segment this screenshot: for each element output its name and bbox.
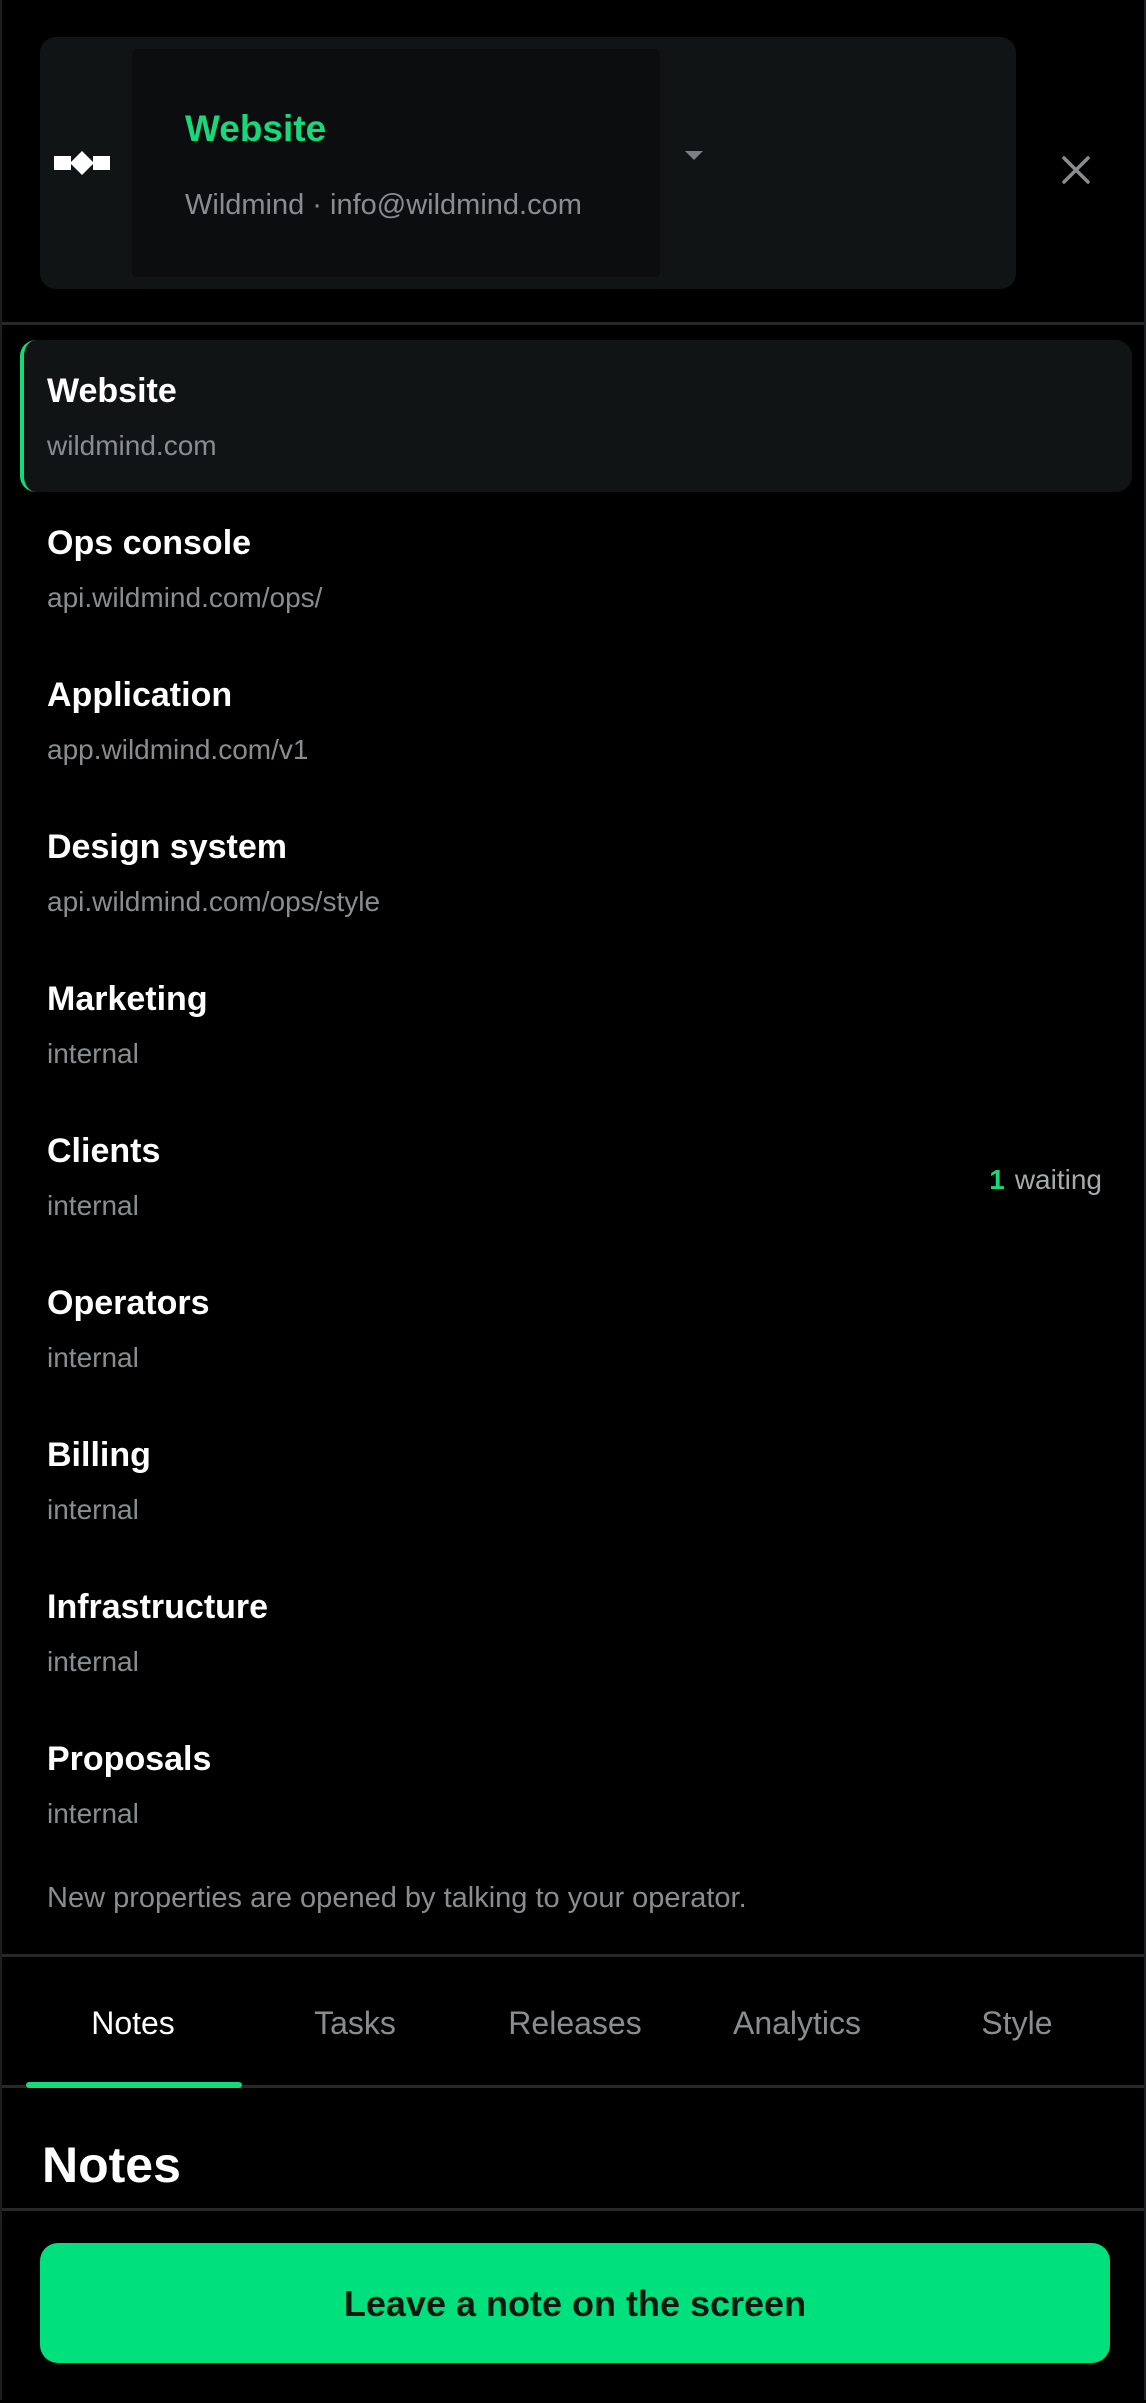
property-item-clients[interactable]: Clients internal 1 waiting (2, 1100, 1144, 1252)
wildmind-logo-icon (54, 143, 110, 183)
tab-tasks[interactable]: Tasks (246, 1957, 464, 2085)
property-item-subtitle: internal (47, 1798, 139, 1829)
property-item-title: Proposals (47, 1740, 212, 1778)
tab-label: Style (981, 2005, 1053, 2041)
property-item-title: Design system (47, 828, 287, 866)
property-item-proposals[interactable]: Proposals internal (2, 1708, 1144, 1860)
current-property-account: Wildmind · info@wildmind.com (185, 189, 582, 221)
new-property-note: New properties are opened by talking to … (47, 1882, 747, 1914)
property-item-subtitle: internal (47, 1038, 139, 1069)
tab-notes[interactable]: Notes (24, 1957, 242, 2085)
property-item-ops-console[interactable]: Ops console api.wildmind.com/ops/ (2, 492, 1144, 644)
section-title: Notes (42, 2137, 181, 2193)
caret-down-icon[interactable] (685, 151, 703, 160)
property-item-subtitle: internal (47, 1646, 139, 1677)
property-item-title: Operators (47, 1284, 210, 1322)
tab-style[interactable]: Style (908, 1957, 1126, 2085)
property-list: Website wildmind.com Ops console api.wil… (2, 340, 1144, 1860)
property-item-title: Ops console (47, 524, 252, 562)
tab-label: Releases (508, 2005, 642, 2041)
property-item-subtitle: internal (47, 1342, 139, 1373)
property-item-subtitle: internal (47, 1494, 139, 1525)
property-item-operators[interactable]: Operators internal (2, 1252, 1144, 1404)
property-item-subtitle: api.wildmind.com/ops/ (47, 582, 323, 613)
property-item-subtitle: api.wildmind.com/ops/style (47, 886, 381, 917)
property-item-title: Billing (47, 1436, 151, 1474)
property-item-website[interactable]: Website wildmind.com (20, 340, 1132, 492)
property-item-subtitle: wildmind.com (47, 430, 217, 461)
tab-analytics[interactable]: Analytics (688, 1957, 906, 2085)
panel-frame: Website Wildmind · info@wildmind.com Web… (0, 0, 1146, 2403)
tab-label: Tasks (314, 2005, 396, 2041)
tab-bar: Notes Tasks Releases Analytics Style (2, 1954, 1144, 2088)
waiting-count: 1 (989, 1164, 1005, 1195)
property-switcher[interactable]: Website Wildmind · info@wildmind.com (40, 37, 1016, 289)
property-item-title: Clients (47, 1132, 161, 1170)
property-selector[interactable]: Website Wildmind · info@wildmind.com (132, 49, 660, 277)
property-item-billing[interactable]: Billing internal (2, 1404, 1144, 1556)
waiting-badge: 1 waiting (989, 1164, 1102, 1196)
tab-label: Analytics (732, 2005, 862, 2041)
property-item-title: Infrastructure (47, 1588, 269, 1626)
property-item-design-system[interactable]: Design system api.wildmind.com/ops/style (2, 796, 1144, 948)
current-property-name: Website (185, 108, 327, 149)
leave-note-button[interactable]: Leave a note on the screen (40, 2243, 1110, 2363)
property-item-subtitle: app.wildmind.com/v1 (47, 734, 309, 765)
property-item-title: Application (47, 676, 233, 714)
waiting-label: waiting (1014, 1164, 1102, 1195)
property-item-infrastructure[interactable]: Infrastructure internal (2, 1556, 1144, 1708)
property-item-title: Website (47, 372, 177, 410)
property-item-application[interactable]: Application app.wildmind.com/v1 (2, 644, 1144, 796)
property-item-title: Marketing (47, 980, 208, 1018)
tab-releases[interactable]: Releases (466, 1957, 684, 2085)
close-icon[interactable] (1052, 146, 1100, 194)
tab-label: Notes (91, 2005, 175, 2041)
bottom-action-bar: Leave a note on the screen (2, 2208, 1144, 2403)
property-item-subtitle: internal (47, 1190, 139, 1221)
header: Website Wildmind · info@wildmind.com (2, 0, 1144, 325)
active-tab-indicator (26, 2082, 242, 2088)
property-item-marketing[interactable]: Marketing internal (2, 948, 1144, 1100)
